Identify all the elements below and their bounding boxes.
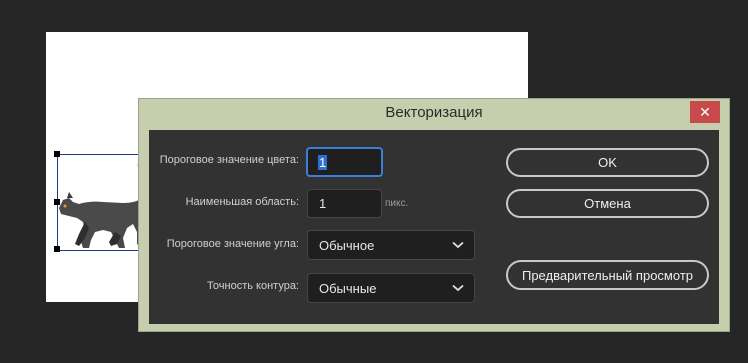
cat-image (59, 163, 145, 248)
close-icon: ✕ (699, 103, 711, 120)
dialog-body: Пороговое значение цвета: 1 Наименьшая о… (149, 130, 719, 324)
preview-button[interactable]: Предварительный просмотр (506, 260, 709, 290)
curve-fit-value: Обычные (319, 280, 377, 296)
curve-fit-label: Точность контура: (207, 280, 299, 292)
min-area-input[interactable]: 1 (307, 189, 382, 218)
curve-fit-dropdown[interactable]: Обычные (307, 273, 475, 303)
min-area-label: Наименьшая область: (185, 196, 299, 208)
chevron-down-icon (452, 284, 464, 292)
color-threshold-input[interactable]: 1 (306, 147, 383, 177)
angle-threshold-value: Обычное (319, 237, 375, 253)
selection-handle-top-left[interactable] (54, 151, 60, 157)
min-area-value: 1 (319, 196, 327, 211)
ok-button[interactable]: OK (506, 148, 709, 177)
dialog-title: Векторизация (385, 104, 483, 121)
angle-threshold-label: Пороговое значение угла: (166, 238, 299, 250)
color-threshold-value: 1 (318, 154, 328, 170)
angle-threshold-dropdown[interactable]: Обычное (307, 230, 475, 260)
min-area-unit: пикс. (385, 198, 409, 209)
color-threshold-label: Пороговое значение цвета: (159, 154, 299, 166)
chevron-down-icon (452, 241, 464, 249)
cancel-button[interactable]: Отмена (506, 189, 709, 218)
close-button[interactable]: ✕ (690, 101, 720, 123)
vectorize-dialog: Векторизация ✕ Пороговое значение цвета:… (138, 98, 730, 332)
